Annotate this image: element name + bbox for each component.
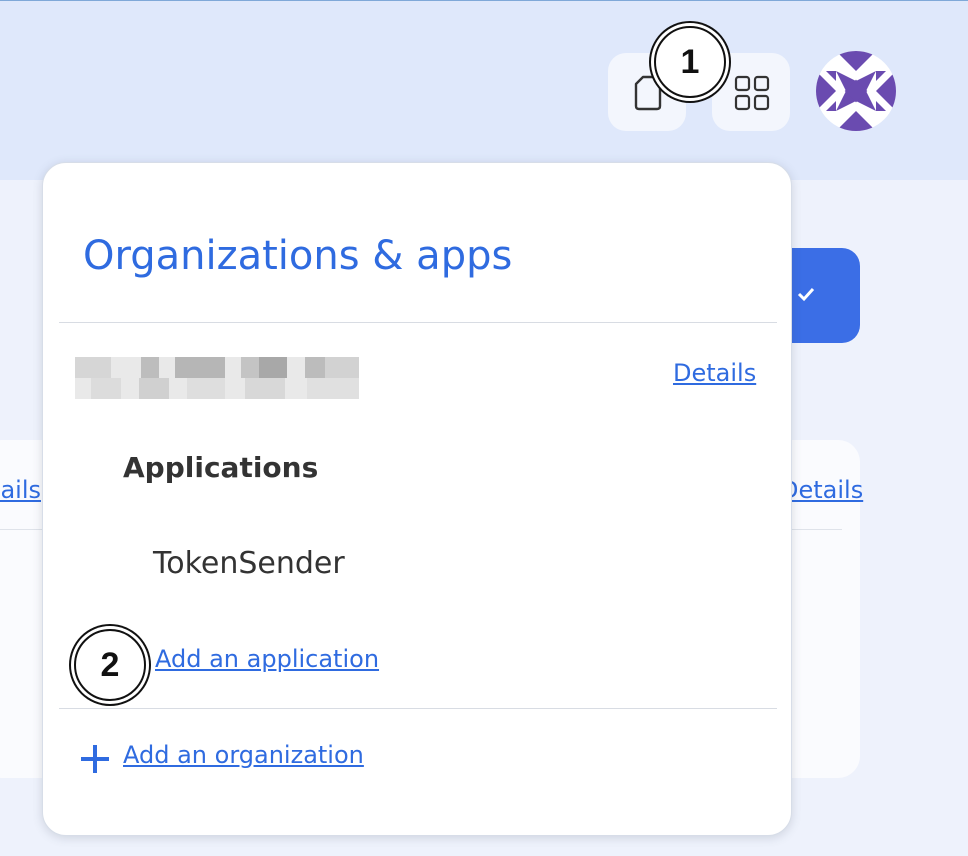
application-item-tokensender[interactable]: TokenSender <box>153 546 345 581</box>
add-organization-link[interactable]: Add an organization <box>123 741 364 769</box>
document-icon <box>634 75 662 111</box>
plus-icon <box>81 745 109 773</box>
callout-marker-2: 2 <box>74 629 146 701</box>
check-icon <box>797 287 815 302</box>
popup-divider-bottom <box>59 708 777 709</box>
background-details-link-left[interactable]: Details <box>0 476 41 504</box>
identicon-avatar-image <box>816 51 896 131</box>
top-header-bar <box>0 1 968 180</box>
organization-name-redacted <box>75 357 359 399</box>
callout-marker-1: 1 <box>654 26 726 98</box>
background-details-link-right[interactable]: Details <box>780 476 863 504</box>
popup-title: Organizations & apps <box>83 233 513 279</box>
avatar[interactable] <box>816 51 896 131</box>
applications-heading: Applications <box>123 451 319 484</box>
organizations-apps-popup: Organizations & apps Details Application… <box>42 162 792 836</box>
apps-grid-icon <box>734 75 770 111</box>
add-application-link[interactable]: Add an application <box>155 645 379 673</box>
organization-details-link[interactable]: Details <box>673 359 756 387</box>
popup-divider-top <box>59 322 777 323</box>
